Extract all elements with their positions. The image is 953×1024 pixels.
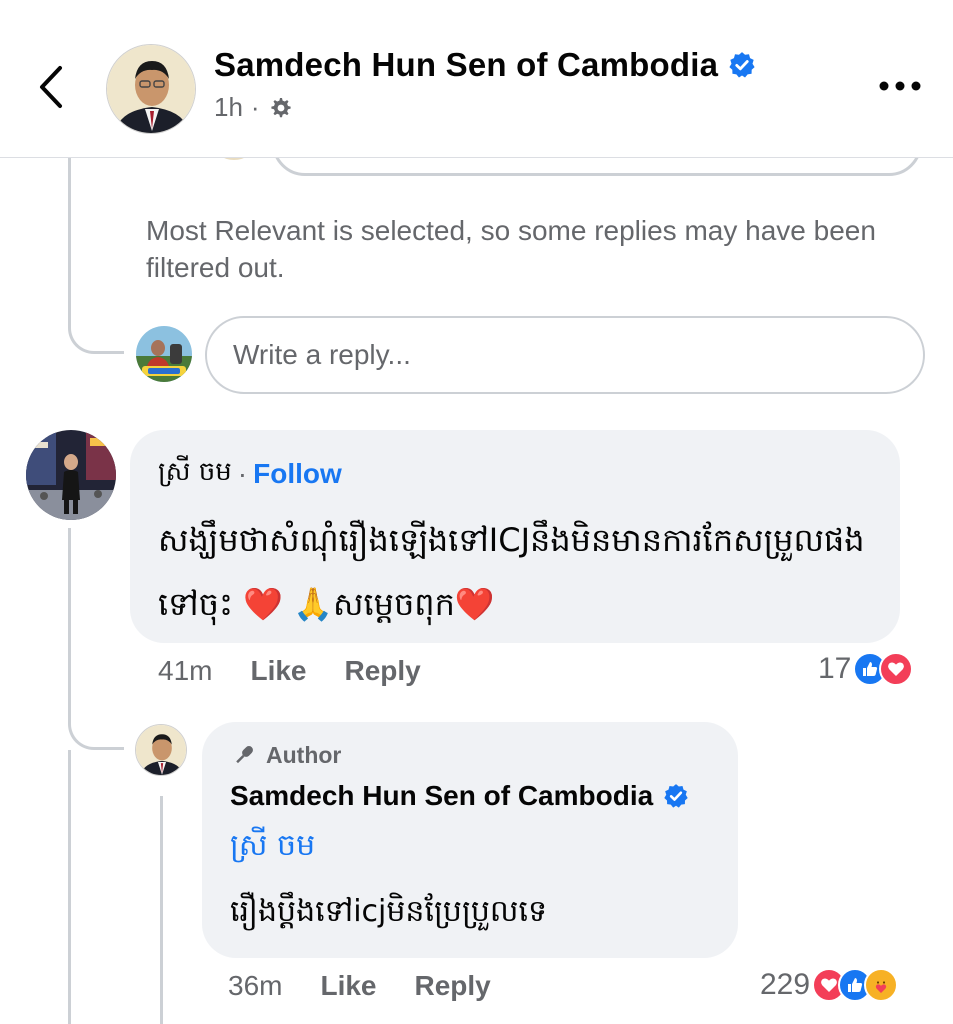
thread-connector <box>68 700 124 750</box>
reply-button[interactable]: Reply <box>415 970 491 1002</box>
author-reply-text: រឿងប្ដឹងទៅicjមិនប្រែប្រួលទេ <box>230 894 548 929</box>
thread-line <box>68 528 71 716</box>
meta-separator: · <box>250 92 260 122</box>
author-reply-actions: 36m Like Reply <box>228 970 491 1002</box>
comment-text: សង្ឃឹមថាសំណុំរឿងឡើងទៅICJនឹងមិនមានការកែសម… <box>158 521 865 623</box>
page-title[interactable]: Samdech Hun Sen of Cambodia <box>214 46 756 84</box>
more-options-button[interactable] <box>870 70 930 100</box>
author-badge-label: Author <box>266 741 342 768</box>
like-button[interactable]: Like <box>250 655 306 687</box>
verified-badge-icon <box>664 784 688 808</box>
author-reply-name[interactable]: Samdech Hun Sen of Cambodia <box>230 780 653 812</box>
page-avatar[interactable] <box>106 44 196 134</box>
thread-line <box>68 158 71 308</box>
comment-author-name[interactable]: ស្រី ចម <box>158 455 232 493</box>
like-button[interactable]: Like <box>320 970 376 1002</box>
follow-button[interactable]: Follow <box>253 458 342 490</box>
chevron-left-icon <box>40 66 62 108</box>
gear-icon <box>270 97 291 117</box>
thread-line <box>68 750 71 1024</box>
verified-badge-icon <box>729 52 755 78</box>
filter-notice: Most Relevant is selected, so some repli… <box>146 215 876 283</box>
avatar-portrait <box>107 45 195 133</box>
mention-link[interactable]: ស្រី ចម <box>230 826 315 870</box>
reaction-count: 17 <box>818 652 852 685</box>
post-meta: 1h · <box>214 92 292 123</box>
reaction-count: 229 <box>760 968 811 1001</box>
post-header: Samdech Hun Sen of Cambodia 1h · <box>0 0 953 158</box>
author-separator: · <box>237 458 248 489</box>
care-icon <box>864 968 899 1002</box>
page-name-text[interactable]: Samdech Hun Sen of Cambodia <box>214 46 718 84</box>
viewer-avatar <box>136 326 192 382</box>
reply-input[interactable] <box>205 316 925 394</box>
comment-header: ស្រី ចម · Follow <box>158 455 342 493</box>
author-reply-avatar[interactable] <box>135 724 187 776</box>
reply-button[interactable]: Reply <box>345 655 421 687</box>
thread-connector <box>68 300 124 354</box>
author-reply-reactions[interactable]: 229 <box>760 968 899 1002</box>
more-dots-icon <box>879 81 921 91</box>
author-reply-header[interactable]: Samdech Hun Sen of Cambodia <box>230 780 689 812</box>
post-time: 1h <box>214 92 243 122</box>
microphone-icon <box>236 746 253 764</box>
thread-line <box>160 796 163 1024</box>
comment-time: 41m <box>158 655 213 686</box>
love-icon <box>879 652 914 686</box>
author-reply-time: 36m <box>228 970 283 1001</box>
commenter-avatar[interactable] <box>26 430 116 520</box>
author-badge: Author <box>230 741 341 769</box>
back-button[interactable] <box>30 60 74 114</box>
comment-reactions[interactable]: 17 <box>818 652 914 686</box>
comment-actions: 41m Like Reply <box>158 655 421 687</box>
